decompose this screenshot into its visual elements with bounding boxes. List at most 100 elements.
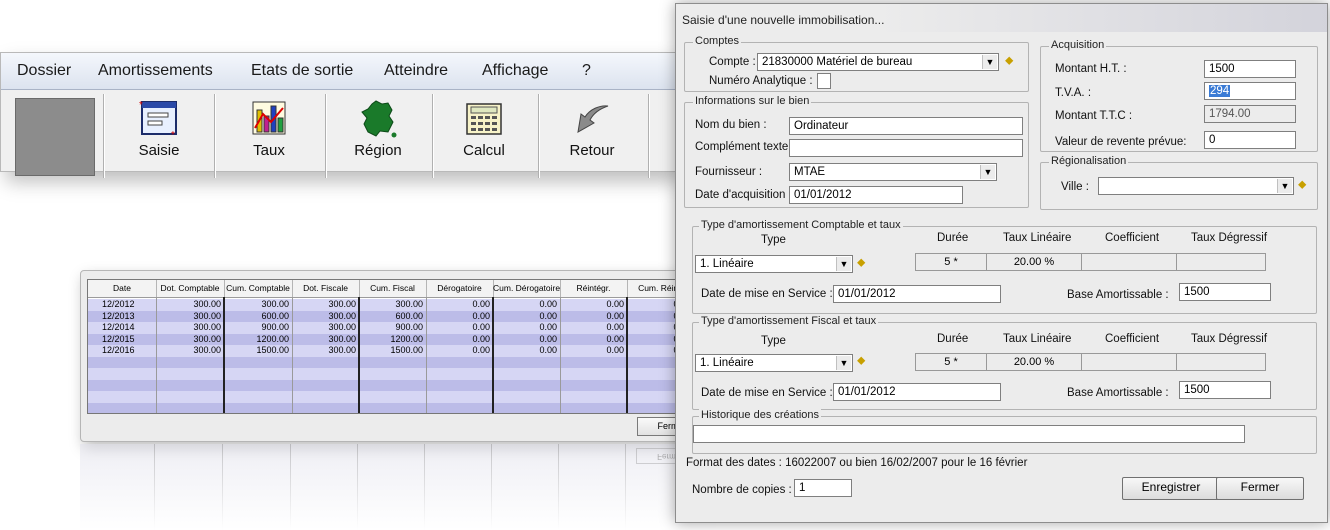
link-icon[interactable]: ⬥ [1005,53,1019,67]
col-divider [292,297,293,413]
col-header-dot-comptable[interactable]: Dot. Comptable [156,280,225,297]
col-header-cum-fiscal[interactable]: Cum. Fiscal [359,280,427,297]
table-reflection: Fermer [80,444,716,530]
title-bar-fade [876,4,1327,32]
table-row[interactable] [88,391,698,403]
table-cell: 0.00 [606,345,624,355]
menu-help[interactable]: ? [582,62,591,80]
reflection-line [154,444,155,530]
menubar: Dossier Amortissements Etats de sortie A… [1,53,676,90]
col-divider [358,297,360,413]
link-icon[interactable]: ⬥ [857,353,871,367]
amortization-table-window: Date Dot. Comptable Cum. Comptable Dot. … [80,270,718,442]
logo-placeholder [15,98,95,176]
compte-value: 21830000 Matériel de bureau [762,56,913,68]
fiscal-type-select[interactable]: 1. Linéaire ▼ [695,354,853,372]
reflection-line [558,444,559,530]
table-cell: 0.00 [472,322,490,332]
date-acquisition-input[interactable]: 01/01/2012 [789,186,963,204]
comptable-base-input[interactable]: 1500 [1179,283,1271,301]
saisie-button[interactable]: * * Saisie [113,96,205,176]
chevron-down-icon[interactable]: ▼ [836,257,851,271]
fermer-button[interactable]: Fermer [1216,477,1304,500]
enregistrer-button[interactable]: Enregistrer [1122,477,1220,500]
historique-input[interactable] [693,425,1245,443]
nom-input[interactable]: Ordinateur [789,117,1023,135]
taux-label: Taux [253,142,285,159]
chevron-down-icon[interactable]: ▼ [980,165,995,179]
copies-input[interactable]: 1 [794,479,852,497]
col-header-derogatoire[interactable]: Dérogatoire [426,280,494,297]
ville-select[interactable]: ▼ [1098,177,1294,195]
col-header-cum-derogatoire[interactable]: Cum. Dérogatoire [493,280,561,297]
col-header-dot-fiscale[interactable]: Dot. Fiscale [292,280,360,297]
link-icon[interactable]: ⬥ [1298,177,1312,191]
region-button[interactable]: Région [332,96,424,176]
table-row[interactable] [88,379,698,391]
retour-label: Retour [569,142,615,159]
table-row[interactable]: 12/2016 300.00 1500.00 300.00 1500.00 0.00 0.0… [88,345,698,357]
col-header-reintegr[interactable]: Réintégr. [560,280,628,297]
montant-ttc-label: Montant T.T.C : [1055,110,1133,122]
table-row[interactable]: 12/2013 300.00 600.00 300.00 600.00 0.00 0.00 0… [88,310,698,322]
comptable-coefficient-value [1081,253,1177,271]
calcul-button[interactable]: Calcul [438,96,530,176]
table-row[interactable]: 12/2015 300.00 1200.00 300.00 1200.00 0.00 0.0… [88,333,698,345]
menu-etats-de-sortie[interactable]: Etats de sortie [251,62,353,80]
table-row[interactable]: 12/2012 300.00 300.00 300.00 300.00 0.00 0.00 0… [88,299,698,311]
reflection-line [424,444,425,530]
table-row[interactable] [88,402,698,413]
menu-affichage[interactable]: Affichage [482,62,548,80]
acquisition-group: Acquisition Montant H.T. : 1500 T.V.A. :… [1040,39,1318,152]
comptable-duree-value: 5 * [915,253,987,271]
complement-input[interactable] [789,139,1023,157]
table-cell: 300.00 [193,299,221,309]
acquisition-group-title: Acquisition [1049,39,1107,51]
fiscal-service-input[interactable]: 01/01/2012 [833,383,1001,401]
tva-label: T.V.A. : [1055,87,1092,99]
table-row[interactable]: 12/2014 300.00 900.00 300.00 900.00 0.00 0.00 0… [88,322,698,334]
compte-select[interactable]: 21830000 Matériel de bureau ▼ [757,53,999,71]
new-asset-dialog: Saisie d'une nouvelle immobilisation... … [675,3,1328,523]
retour-button[interactable]: Retour [546,96,638,176]
fiscal-group-title: Type d'amortissement Fiscal et taux [699,315,879,327]
menu-dossier[interactable]: Dossier [17,62,71,80]
table-cell: 12/2015 [102,333,135,344]
fiscal-base-input[interactable]: 1500 [1179,381,1271,399]
chevron-down-icon[interactable]: ▼ [982,55,997,69]
montant-ttc-field: 1794.00 [1204,105,1296,123]
table-cell: 12/2012 [102,299,135,309]
taux-button[interactable]: Taux [223,96,315,176]
table-cell: 300.00 [328,310,356,321]
chevron-down-icon[interactable]: ▼ [836,356,851,370]
chevron-down-icon[interactable]: ▼ [1277,179,1292,193]
montant-ht-input[interactable]: 1500 [1204,60,1296,78]
link-icon[interactable]: ⬥ [857,255,871,269]
complement-label: Complément texte [695,141,789,153]
table-row[interactable] [88,368,698,380]
menu-atteindre[interactable]: Atteindre [384,62,448,80]
table-row[interactable] [88,356,698,368]
col-header-date[interactable]: Date [88,280,157,297]
comptes-group-title: Comptes [693,35,742,47]
analytique-input[interactable] [817,73,831,89]
tva-input[interactable]: 294 [1204,82,1296,100]
toolbar-separator [325,94,327,178]
comptable-service-input[interactable]: 01/01/2012 [833,285,1001,303]
fiscal-service-label: Date de mise en Service : [701,387,833,399]
table-cell: 0.00 [472,345,490,355]
table-cell: 1200.00 [256,333,289,344]
col-divider [426,297,427,413]
col-header-cum-comptable[interactable]: Cum. Comptable [224,280,293,297]
svg-text:*: * [171,130,175,140]
table-cell: 600.00 [261,310,289,321]
menu-amortissements[interactable]: Amortissements [98,62,213,80]
revente-input[interactable]: 0 [1204,131,1296,149]
fournisseur-select[interactable]: MTAE ▼ [789,163,997,181]
table-cell: 12/2016 [102,345,135,355]
comptable-type-select[interactable]: 1. Linéaire ▼ [695,255,853,273]
table-cell: 1500.00 [390,345,423,355]
table-cell: 900.00 [261,322,289,332]
regionalisation-group: Régionalisation Ville : ▼ ⬥ [1040,155,1318,210]
date-format-note: Format des dates : 16022007 ou bien 16/0… [686,457,1028,469]
